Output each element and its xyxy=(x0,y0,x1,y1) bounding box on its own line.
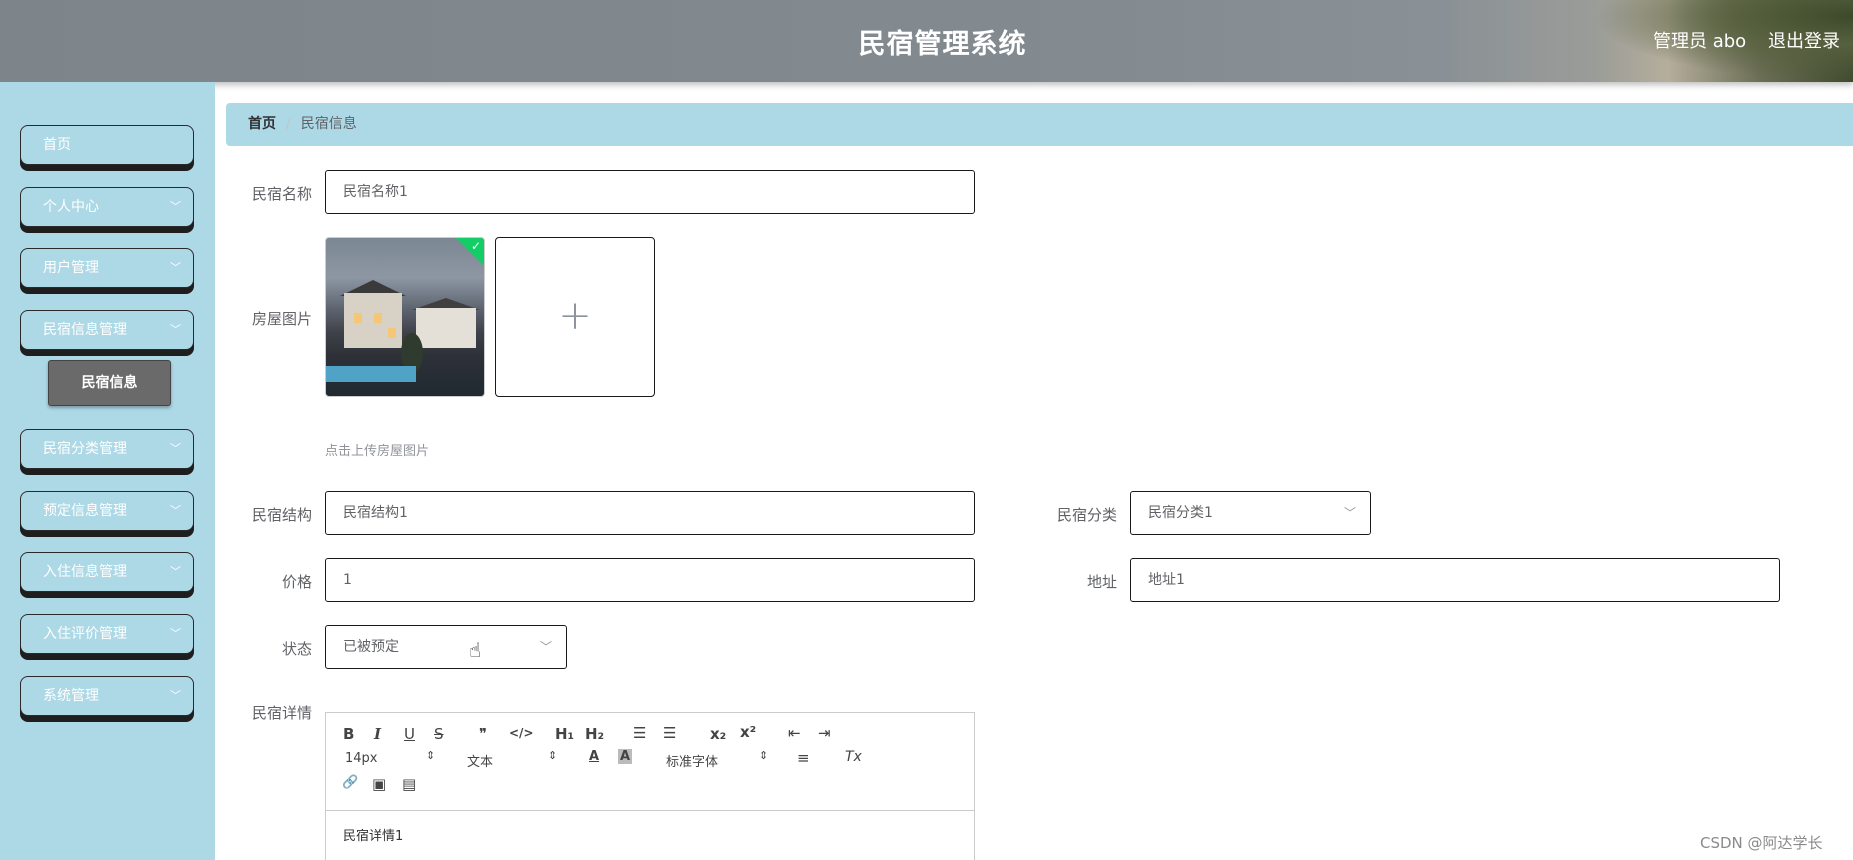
sidebar-item-checkin-management[interactable]: 入住信息管理 ﹀ xyxy=(20,552,194,592)
category-select[interactable]: 民宿分类1 ﹀ xyxy=(1130,491,1371,535)
breadcrumb: 首页 / 民宿信息 xyxy=(226,103,1853,146)
structure-input[interactable]: 民宿结构1 xyxy=(325,491,975,535)
header-1-button[interactable]: H₁ xyxy=(555,725,574,743)
bullet-list-icon[interactable]: ☰ xyxy=(663,724,676,742)
superscript-button[interactable]: x² xyxy=(740,723,756,741)
image-upload-button[interactable]: + xyxy=(495,237,655,397)
clean-format-icon[interactable]: Tx xyxy=(845,749,862,765)
image-icon[interactable]: ▣ xyxy=(372,775,386,793)
breadcrumb-current: 民宿信息 xyxy=(300,116,357,132)
name-label: 民宿名称 xyxy=(251,185,312,203)
code-block-icon[interactable]: </> xyxy=(509,726,534,740)
sidebar-item-booking-management[interactable]: 预定信息管理 ﹀ xyxy=(20,491,194,531)
sidebar-item-label: 用户管理 xyxy=(43,260,99,276)
chevron-down-icon: ﹀ xyxy=(170,689,181,702)
sidebar-item-system-management[interactable]: 系统管理 ﹀ xyxy=(20,676,194,716)
sidebar-item-user-management[interactable]: 用户管理 ﹀ xyxy=(20,248,194,288)
chevron-down-icon: ﹀ xyxy=(539,640,552,654)
chevron-down-icon: ﹀ xyxy=(170,261,181,274)
price-label: 价格 xyxy=(281,573,312,591)
status-select-value: 已被预定 xyxy=(343,639,399,655)
sidebar-item-label: 首页 xyxy=(43,137,71,153)
align-icon[interactable]: ≡ xyxy=(797,749,810,767)
image-label: 房屋图片 xyxy=(251,310,312,328)
status-select[interactable]: 已被预定 ﹀ xyxy=(325,625,567,669)
chevron-down-icon: ﹀ xyxy=(170,200,181,213)
outdent-icon[interactable]: ⇤ xyxy=(788,724,801,742)
house-image-thumbnail[interactable]: ✓ xyxy=(325,237,485,397)
font-color-icon[interactable]: A xyxy=(589,749,599,764)
breadcrumb-separator: / xyxy=(286,116,291,132)
address-label: 地址 xyxy=(1086,573,1117,591)
sidebar-item-home[interactable]: 首页 xyxy=(20,125,194,165)
video-icon[interactable]: ▤ xyxy=(402,775,416,793)
font-family-select[interactable]: 标准字体 xyxy=(666,751,718,770)
underline-button[interactable]: U xyxy=(404,725,415,743)
plus-icon: + xyxy=(558,293,592,339)
updown-icon: ⇕ xyxy=(548,749,558,762)
top-header: 民宿管理系统 管理员 abo 退出登录 xyxy=(0,0,1853,82)
category-label: 民宿分类 xyxy=(1056,506,1117,524)
address-input[interactable]: 地址1 xyxy=(1130,558,1780,602)
sidebar-item-label: 民宿信息管理 xyxy=(43,322,127,338)
link-icon[interactable]: 🔗 xyxy=(342,775,358,790)
italic-button[interactable]: I xyxy=(374,725,381,743)
status-label: 状态 xyxy=(281,640,312,658)
breadcrumb-home[interactable]: 首页 xyxy=(248,116,276,132)
background-color-icon[interactable]: A xyxy=(618,749,633,764)
category-select-value: 民宿分类1 xyxy=(1148,505,1213,521)
sidebar-item-label: 个人中心 xyxy=(43,199,99,215)
watermark: CSDN @阿达学长 xyxy=(1700,834,1823,852)
editor-content[interactable]: 民宿详情1 xyxy=(343,825,403,844)
hand-cursor-icon: ☝ xyxy=(469,638,482,662)
admin-username: 管理员 abo xyxy=(1653,31,1747,52)
rich-text-editor[interactable]: B I U S ❞ </> H₁ H₂ ☰ ☰ x₂ x² ⇤ ⇥ 14px ⇕… xyxy=(325,712,975,860)
chevron-down-icon: ﹀ xyxy=(1343,506,1356,520)
sidebar-item-label: 预定信息管理 xyxy=(43,503,127,519)
updown-icon: ⇕ xyxy=(759,749,769,762)
app-title: 民宿管理系统 xyxy=(858,29,1027,60)
ordered-list-icon[interactable]: ☰ xyxy=(633,724,646,742)
sidebar-item-homestay-info-management[interactable]: 民宿信息管理 ﹀ xyxy=(20,310,194,350)
chevron-down-icon: ﹀ xyxy=(170,442,181,455)
chevron-down-icon: ﹀ xyxy=(170,323,181,336)
sidebar-item-personal-center[interactable]: 个人中心 ﹀ xyxy=(20,187,194,227)
structure-label: 民宿结构 xyxy=(251,506,312,524)
name-input[interactable]: 民宿名称1 xyxy=(325,170,975,214)
sidebar-item-category-management[interactable]: 民宿分类管理 ﹀ xyxy=(20,429,194,469)
chevron-down-icon: ﹀ xyxy=(170,565,181,578)
detail-label: 民宿详情 xyxy=(251,704,312,722)
sidebar-item-label: 入住评价管理 xyxy=(43,626,127,642)
sidebar-item-label: 民宿分类管理 xyxy=(43,441,127,457)
sidebar-item-review-management[interactable]: 入住评价管理 ﹀ xyxy=(20,614,194,654)
indent-icon[interactable]: ⇥ xyxy=(818,724,831,742)
strike-button[interactable]: S xyxy=(434,725,444,743)
editor-toolbar: B I U S ❞ </> H₁ H₂ ☰ ☰ x₂ x² ⇤ ⇥ 14px ⇕… xyxy=(326,713,974,811)
sidebar-item-label: 入住信息管理 xyxy=(43,564,127,580)
sidebar-subitem-homestay-info[interactable]: 民宿信息 xyxy=(48,360,171,406)
header-2-button[interactable]: H₂ xyxy=(585,725,604,743)
chevron-down-icon: ﹀ xyxy=(170,504,181,517)
updown-icon: ⇕ xyxy=(426,749,436,762)
sidebar-item-label: 系统管理 xyxy=(43,688,99,704)
bold-button[interactable]: B xyxy=(343,725,354,743)
check-icon: ✓ xyxy=(470,239,481,253)
subscript-button[interactable]: x₂ xyxy=(710,725,726,743)
text-type-select[interactable]: 文本 xyxy=(467,751,493,770)
price-input[interactable]: 1 xyxy=(325,558,975,602)
blockquote-icon[interactable]: ❞ xyxy=(479,725,487,743)
logout-button[interactable]: 退出登录 xyxy=(1768,27,1840,53)
font-size-select[interactable]: 14px xyxy=(345,751,378,766)
chevron-down-icon: ﹀ xyxy=(170,627,181,640)
upload-tip: 点击上传房屋图片 xyxy=(325,444,430,459)
